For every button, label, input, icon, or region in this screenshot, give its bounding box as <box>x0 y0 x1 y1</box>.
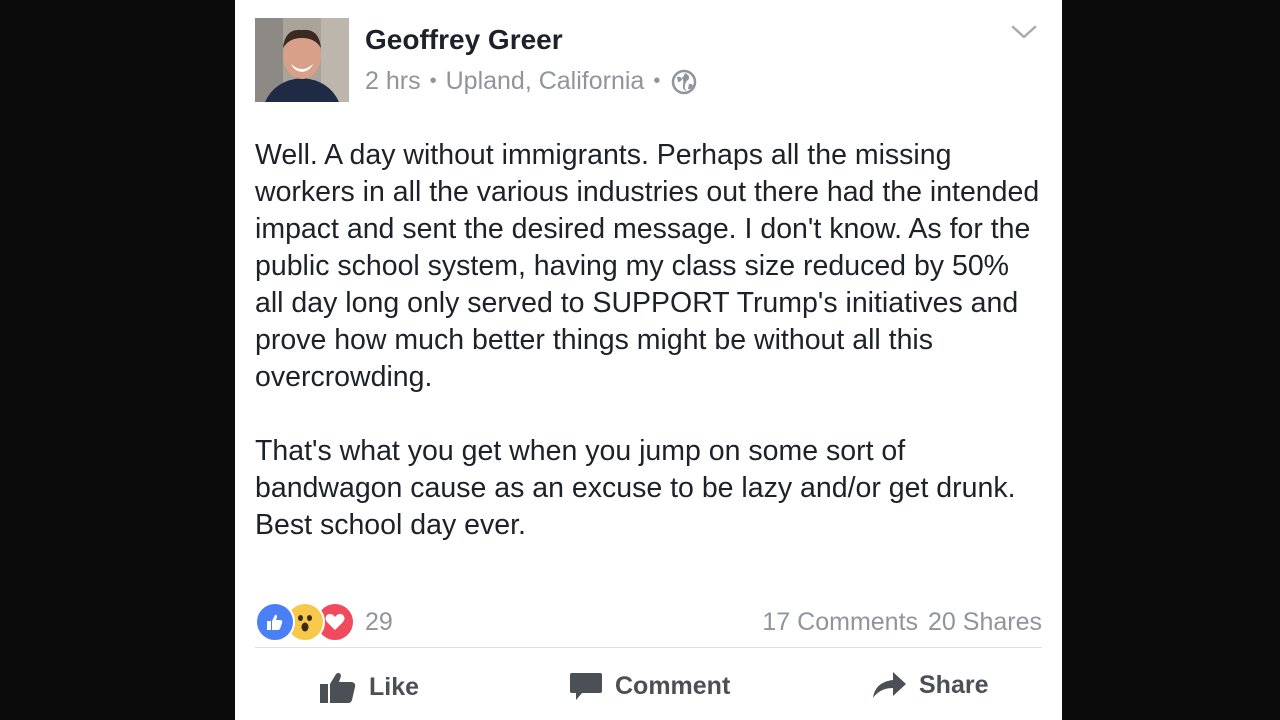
comment-icon <box>570 673 602 700</box>
thumbs-up-icon <box>320 672 356 703</box>
post-time[interactable]: 2 hrs <box>365 67 421 96</box>
comment-button[interactable]: Comment <box>569 670 730 702</box>
separator-dot: • <box>653 70 661 92</box>
reaction-count[interactable]: 29 <box>365 608 393 637</box>
share-arrow-icon <box>873 672 906 698</box>
shares-count[interactable]: 20 Shares <box>928 608 1042 637</box>
facebook-post-card: Geoffrey Greer 2 hrs • Upland, Californi… <box>235 0 1062 720</box>
reaction-summary[interactable]: 29 <box>255 602 393 642</box>
comment-label: Comment <box>615 671 731 700</box>
like-button[interactable]: Like <box>319 670 419 704</box>
comments-count[interactable]: 17 Comments <box>762 608 918 637</box>
divider <box>255 647 1042 648</box>
post-paragraph: That's what you get when you jump on som… <box>255 435 1016 541</box>
post-meta: 2 hrs • Upland, California • <box>365 67 697 96</box>
post-body: Well. A day without immigrants. Perhaps … <box>255 137 1045 544</box>
like-icon <box>255 602 295 642</box>
engagement-counts: 17 Comments 20 Shares <box>762 608 1042 637</box>
separator-dot: • <box>429 70 437 92</box>
share-button[interactable]: Share <box>871 670 988 700</box>
share-label: Share <box>919 670 989 699</box>
author-name[interactable]: Geoffrey Greer <box>365 24 563 56</box>
post-paragraph: Well. A day without immigrants. Perhaps … <box>255 139 1040 393</box>
globe-icon <box>671 69 697 95</box>
like-label: Like <box>369 672 420 701</box>
chevron-down-icon[interactable] <box>1010 22 1038 42</box>
avatar[interactable] <box>255 18 349 102</box>
post-location[interactable]: Upland, California <box>446 67 645 96</box>
